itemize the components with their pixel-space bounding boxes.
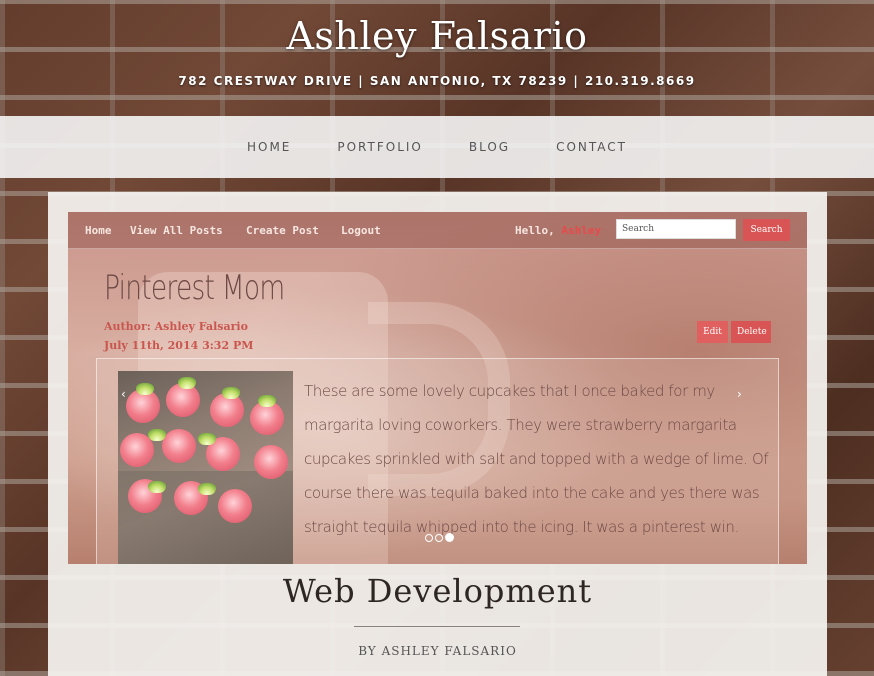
- project-title: Web Development: [282, 572, 593, 610]
- photo-cupcake: [218, 489, 252, 523]
- slider-dots: [425, 533, 454, 542]
- byline-prefix: BY: [358, 644, 377, 658]
- screenshot-nav-create-post[interactable]: Create Post: [246, 224, 319, 237]
- photo-lime: [178, 377, 196, 389]
- screenshot-search-button[interactable]: Search: [743, 219, 790, 241]
- slider-dot-active[interactable]: [445, 533, 454, 542]
- photo-lime: [136, 383, 154, 395]
- project-screenshot[interactable]: Home View All Posts Create Post Logout H…: [68, 212, 807, 564]
- title-divider: [354, 626, 520, 627]
- slide-caption: These are some lovely cupcakes that I on…: [304, 382, 769, 536]
- screenshot-navbar: Home View All Posts Create Post Logout H…: [68, 212, 807, 249]
- photo-cupcake: [254, 445, 288, 479]
- main-nav: HOME PORTFOLIO BLOG CONTACT: [0, 116, 874, 178]
- screenshot-nav-view-all-posts[interactable]: View All Posts: [130, 224, 223, 237]
- delete-button[interactable]: Delete: [731, 321, 771, 343]
- greeting-prefix: Hello,: [515, 224, 555, 237]
- nav-item-blog[interactable]: BLOG: [469, 140, 510, 154]
- photo-lime: [258, 395, 276, 407]
- screenshot-nav-home[interactable]: Home: [85, 224, 112, 237]
- byline-author[interactable]: ASHLEY FALSARIO: [382, 644, 517, 658]
- photo-lime: [222, 387, 240, 399]
- cupcakes-photo: [118, 371, 293, 564]
- greeting-name: Ashley: [561, 224, 602, 237]
- nav-item-home[interactable]: HOME: [247, 140, 291, 154]
- screenshot-search-input[interactable]: [616, 219, 736, 239]
- screenshot-greeting: Hello, Ashley: [515, 224, 601, 237]
- project-byline: BY ASHLEY FALSARIO: [48, 644, 827, 658]
- post-title: Pinterest Mom: [104, 268, 285, 308]
- photo-lime: [198, 433, 216, 445]
- portfolio-card: Home View All Posts Create Post Logout H…: [48, 192, 827, 676]
- chevron-left-icon[interactable]: ‹: [121, 387, 126, 401]
- photo-cupcake: [162, 429, 196, 463]
- nav-item-contact[interactable]: CONTACT: [556, 140, 627, 154]
- nav-item-portfolio[interactable]: PORTFOLIO: [337, 140, 423, 154]
- photo-lime: [148, 481, 166, 493]
- screenshot-nav-logout[interactable]: Logout: [341, 224, 381, 237]
- post-slider: ‹ › These are some lovely cupcakes that …: [96, 358, 779, 564]
- slider-dot[interactable]: [435, 534, 443, 542]
- post-author: Author: Ashley Falsario: [104, 320, 248, 333]
- site-header: Ashley Falsario 782 CRESTWAY DRIVE | SAN…: [0, 0, 874, 116]
- photo-lime: [198, 483, 216, 495]
- slider-dot[interactable]: [425, 534, 433, 542]
- photo-lime: [148, 429, 166, 441]
- site-address: 782 CRESTWAY DRIVE | SAN ANTONIO, TX 782…: [178, 74, 696, 88]
- post-date: July 11th, 2014 3:32 PM: [104, 339, 254, 352]
- edit-button[interactable]: Edit: [697, 321, 728, 343]
- site-title: Ashley Falsario: [286, 14, 588, 58]
